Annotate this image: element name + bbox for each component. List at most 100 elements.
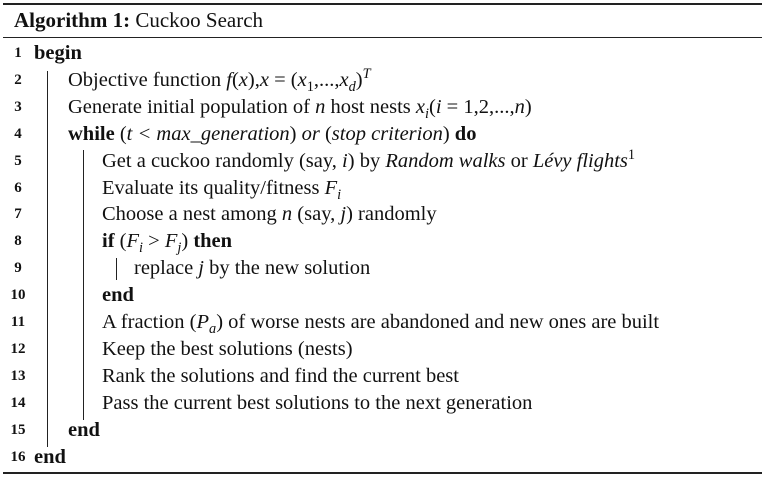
text-run: Choose a nest among xyxy=(102,203,282,226)
text-run: Get a cuckoo randomly (say, xyxy=(102,149,343,172)
line-number: 9 xyxy=(14,260,22,277)
math-token: F xyxy=(324,176,338,199)
algorithm-line: 5 Get a cuckoo randomly (say, i) by Rando… xyxy=(3,148,762,175)
line-content: Get a cuckoo randomly (say, i) by Random… xyxy=(102,148,635,175)
line-number: 11 xyxy=(10,314,26,330)
algorithm-line: 11 A fraction (Pa) of worse nests are aba… xyxy=(3,309,762,336)
text-run: ( xyxy=(114,230,127,253)
line-content: Keep the best solutions (nests) xyxy=(102,336,353,363)
line-number: 6 xyxy=(14,179,22,196)
math-token: T xyxy=(362,66,371,83)
line-content: Objective function f(x),x = (x1,...,xd)T xyxy=(68,67,371,94)
text-run: ( xyxy=(231,68,239,91)
line-number: 4 xyxy=(14,125,22,142)
math-token: Random walks xyxy=(385,149,506,172)
text-run: ) of worse nests are abandoned and new o… xyxy=(216,311,660,333)
algorithm-line: 15 end xyxy=(3,417,762,444)
keyword: if xyxy=(102,230,115,253)
math-token: x xyxy=(259,68,269,91)
indent-bar-if xyxy=(116,258,117,280)
keyword: end xyxy=(34,445,66,468)
text-run: Generate initial population of xyxy=(68,95,316,118)
text-run: ) xyxy=(181,230,194,253)
text-run: Keep the best solutions (nests) xyxy=(102,337,353,360)
text-run: ( xyxy=(114,122,127,145)
math-token: F xyxy=(164,230,178,253)
text-run: ) randomly xyxy=(346,203,437,226)
line-number: 5 xyxy=(14,152,22,169)
line-content: Generate initial population of n host ne… xyxy=(68,94,532,121)
line-content: while (t < max_generation) or (stop crit… xyxy=(68,121,476,148)
text-run: (say, xyxy=(292,203,341,226)
math-token: x xyxy=(297,68,307,91)
line-content: Rank the solutions and find the current … xyxy=(102,363,459,390)
keyword: do xyxy=(454,122,477,145)
keyword: begin xyxy=(34,42,82,64)
line-content: Choose a nest among n (say, j) randomly xyxy=(102,201,437,228)
algorithm-line: 4 while (t < max_generation) or (stop cri… xyxy=(3,121,762,148)
text-run: A fraction ( xyxy=(102,311,197,333)
line-number: 8 xyxy=(14,233,22,250)
algorithm-block: Algorithm 1: Cuckoo Search 1 begin 2 Object… xyxy=(3,3,762,474)
math-token: n xyxy=(315,95,326,118)
text-run: ,..., xyxy=(313,68,340,91)
math-token: 1 xyxy=(306,78,314,95)
math-token: n xyxy=(514,95,525,118)
math-token: x xyxy=(339,68,349,91)
algorithm-line: 6 Evaluate its quality/fitness Fi xyxy=(3,175,762,202)
text-run: > xyxy=(143,230,165,253)
text-run: Rank the solutions and find the current … xyxy=(102,364,459,387)
algorithm-line: 12 Keep the best solutions (nests) xyxy=(3,336,762,363)
math-token: x xyxy=(415,95,425,118)
text-run: Objective function xyxy=(68,68,227,91)
keyword: while xyxy=(68,122,115,145)
math-token: d xyxy=(348,78,356,95)
top-rule xyxy=(3,3,762,5)
text-run: replace xyxy=(134,257,199,280)
text-run: host nests xyxy=(325,95,416,118)
line-number: 10 xyxy=(10,287,26,304)
line-number: 12 xyxy=(10,340,26,357)
math-token: n xyxy=(281,203,293,226)
algorithm-line: 8 if (Fi > Fj) then xyxy=(3,228,762,255)
text-run: ) xyxy=(524,95,532,118)
line-content: A fraction (Pa) of worse nests are aband… xyxy=(102,309,659,336)
text-run: = ( xyxy=(268,68,298,91)
line-content: end xyxy=(34,444,66,471)
text-run: = 1,2,..., xyxy=(441,95,515,118)
algorithm-line: 13 Rank the solutions and find the curren… xyxy=(3,363,762,390)
line-number: 2 xyxy=(14,71,22,88)
text-run: ) xyxy=(289,122,302,145)
caption-rule xyxy=(3,37,762,38)
algorithm-line: 1 begin xyxy=(3,40,762,67)
text-run: ( xyxy=(428,95,436,118)
line-number: 1 xyxy=(14,45,22,61)
line-number: 14 xyxy=(10,394,26,411)
algorithm-line: 10 end xyxy=(3,282,762,309)
algorithm-line: 16 end xyxy=(3,444,762,471)
algorithm-label: Algorithm 1: xyxy=(14,8,131,32)
algorithm-name: Cuckoo Search xyxy=(135,8,264,32)
line-content: end xyxy=(68,417,100,444)
algorithm-line: 7 Choose a nest among n (say, j) randomly xyxy=(3,201,762,228)
line-number: 7 xyxy=(14,206,22,223)
line-content: replace j by the new solution xyxy=(134,255,370,282)
text-run: or xyxy=(505,149,533,172)
math-token: i xyxy=(337,186,342,203)
math-token: F xyxy=(126,230,140,253)
line-number: 3 xyxy=(14,98,22,115)
line-content: if (Fi > Fj) then xyxy=(102,228,232,255)
line-number: 15 xyxy=(10,421,26,438)
indent-bar-while xyxy=(83,150,84,420)
math-token: 1 xyxy=(627,146,636,163)
keyword: end xyxy=(68,418,100,441)
math-token: t < max_generation xyxy=(126,122,290,145)
text-run: ) xyxy=(355,68,363,91)
algorithm-line: 3 Generate initial population of n host n… xyxy=(3,94,762,121)
bottom-rule xyxy=(3,472,762,474)
algorithm-line: 14 Pass the current best solutions to the… xyxy=(3,390,762,417)
text-run: ), xyxy=(247,68,260,91)
line-content: Pass the current best solutions to the n… xyxy=(102,390,532,417)
text-run: ) by xyxy=(347,149,386,172)
algorithm-line: 2 Objective function f(x),x = (x1,...,xd)… xyxy=(3,67,762,94)
